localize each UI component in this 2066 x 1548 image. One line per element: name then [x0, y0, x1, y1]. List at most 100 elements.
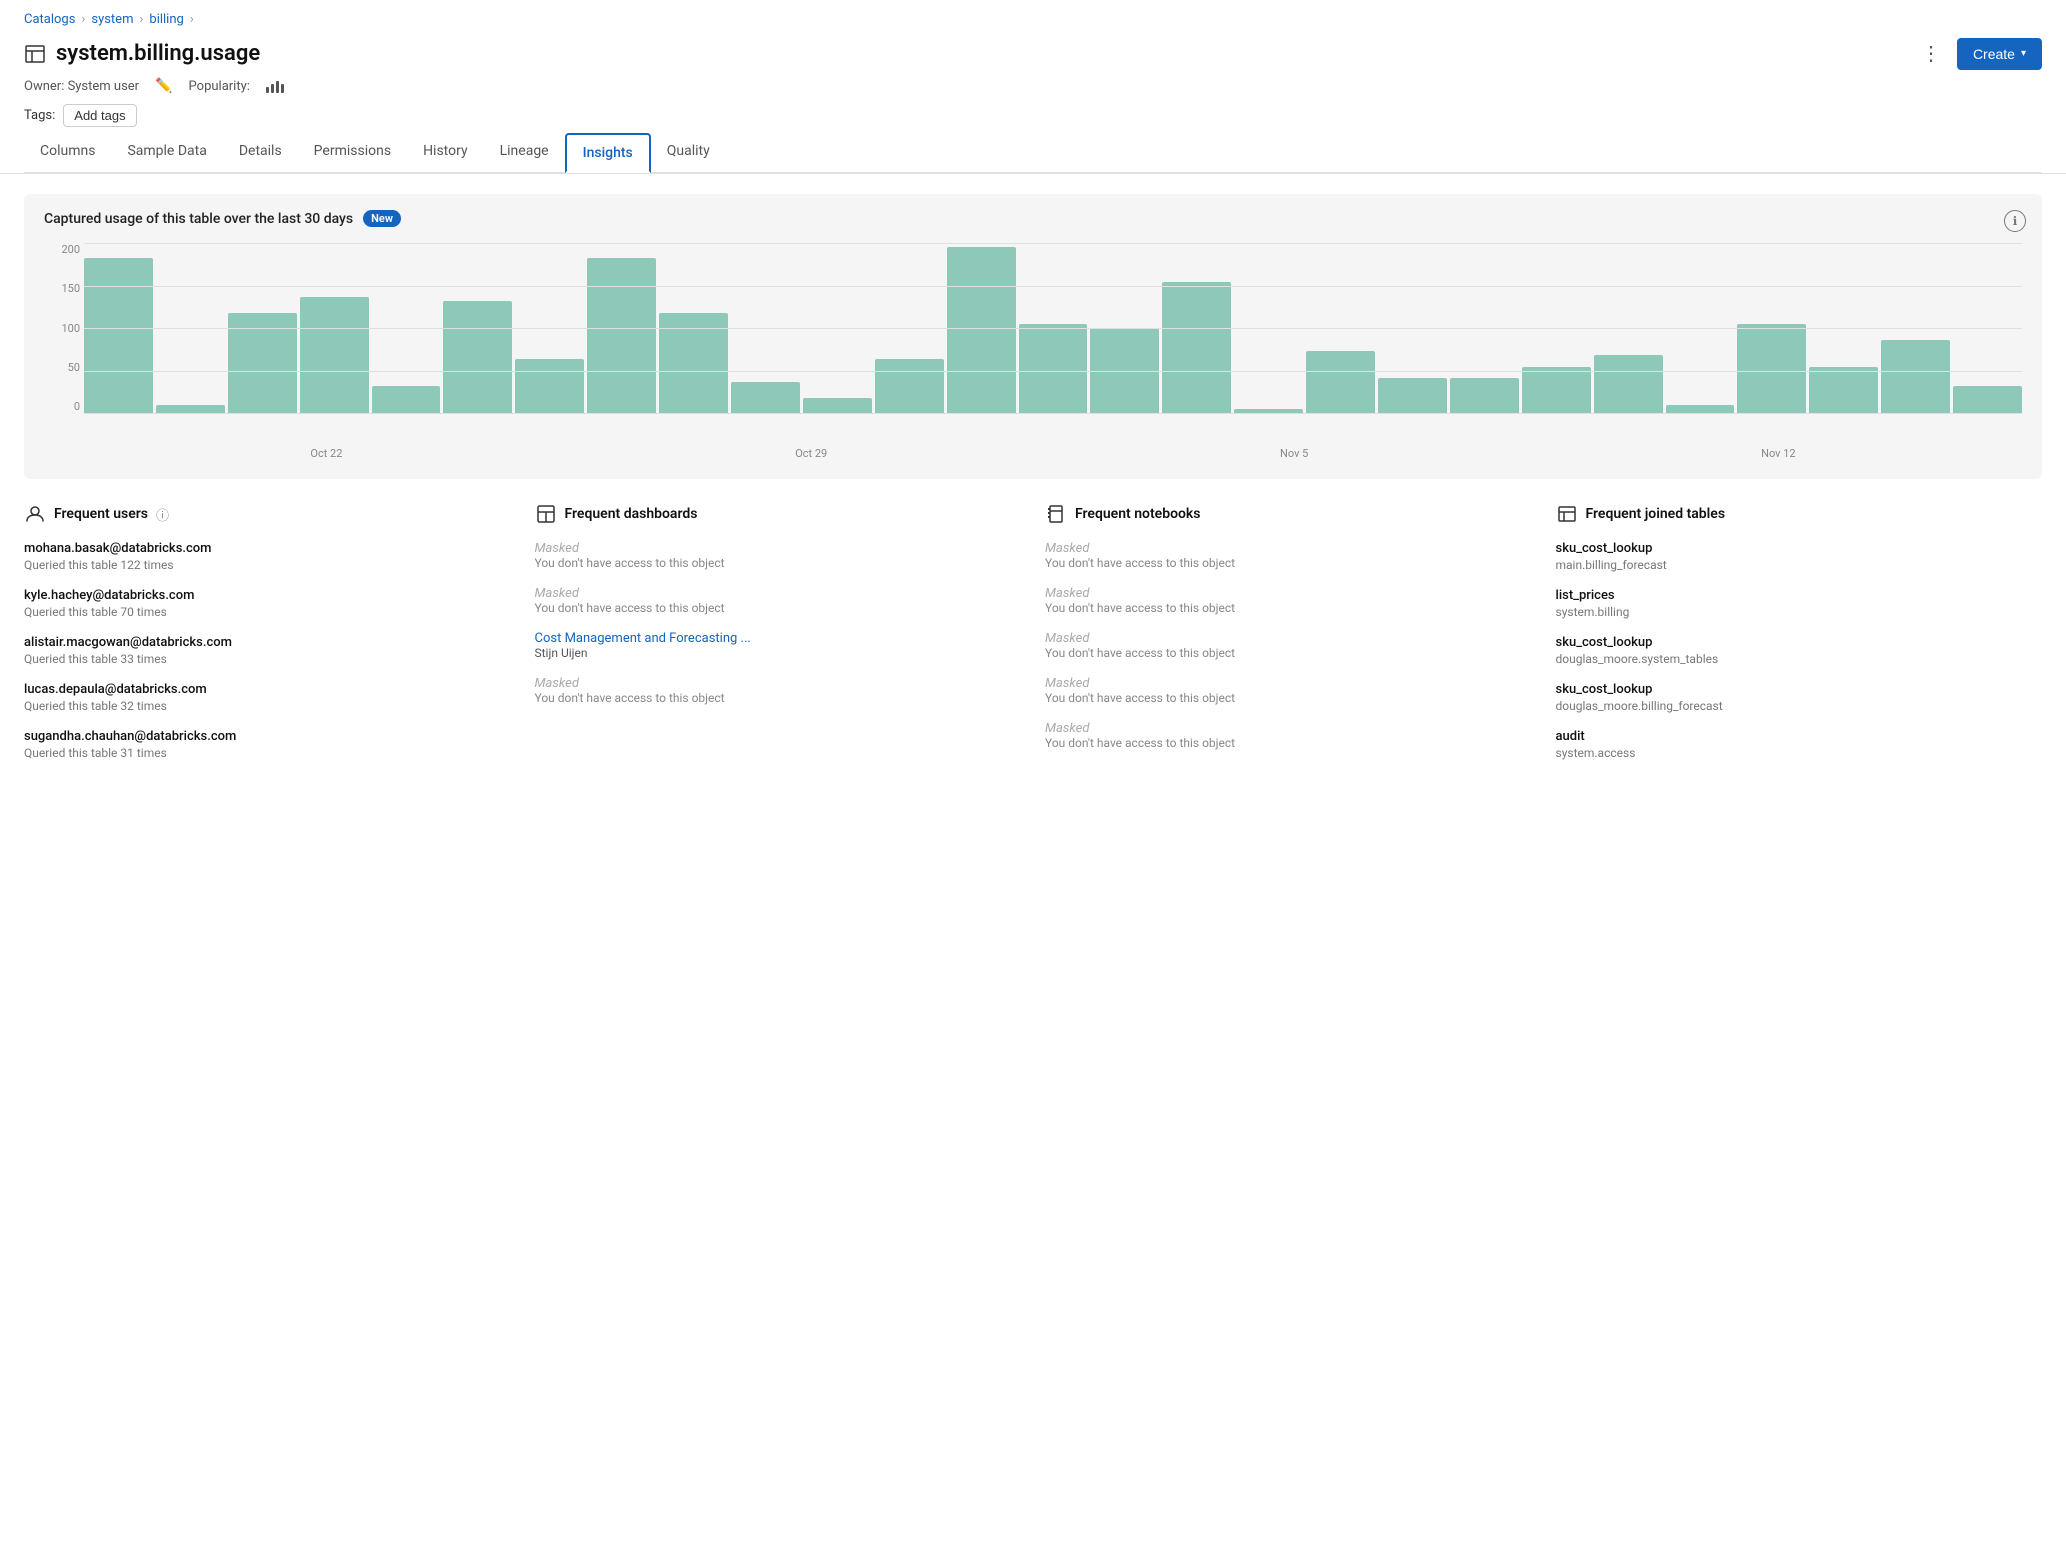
grid-line-100	[84, 328, 2022, 329]
breadcrumb-system[interactable]: system	[91, 12, 133, 27]
user-1-name: mohana.basak@databricks.com	[24, 541, 511, 556]
dashboard-item-2: Masked You don't have access to this obj…	[535, 586, 1022, 615]
notebook-2-masked: Masked	[1045, 586, 1532, 601]
user-item-5: sugandha.chauhan@databricks.com Queried …	[24, 729, 511, 760]
user-2-sub: Queried this table 70 times	[24, 605, 511, 619]
notebook-4-no-access: You don't have access to this object	[1045, 691, 1532, 705]
frequent-notebooks-header: Frequent notebooks	[1045, 503, 1532, 525]
y-label-150: 150	[44, 282, 80, 295]
breadcrumb-sep-2: ›	[139, 12, 143, 27]
more-button[interactable]: ⋮	[1913, 37, 1949, 70]
joined-3-sub: douglas_moore.system_tables	[1556, 652, 2043, 666]
sections-row: Frequent users ⓘ mohana.basak@databricks…	[24, 503, 2042, 776]
bar-4	[281, 84, 284, 93]
joined-table-item-4: sku_cost_lookup douglas_moore.billing_fo…	[1556, 682, 2043, 713]
tab-sample-data[interactable]: Sample Data	[111, 133, 222, 172]
notebook-3-no-access: You don't have access to this object	[1045, 646, 1532, 660]
grid-line-0	[84, 413, 2022, 414]
notebook-1-no-access: You don't have access to this object	[1045, 556, 1532, 570]
dashboard-item-4: Masked You don't have access to this obj…	[535, 676, 1022, 705]
dashboard-3-name[interactable]: Cost Management and Forecasting ...	[535, 631, 1022, 646]
y-label-0: 0	[44, 400, 80, 413]
create-btn-label: Create	[1973, 46, 2015, 62]
grid-lines	[84, 243, 2022, 413]
joined-2-name: list_prices	[1556, 588, 2043, 603]
user-item-4: lucas.depaula@databricks.com Queried thi…	[24, 682, 511, 713]
x-label-nov12: Nov 12	[1761, 447, 1795, 460]
breadcrumb-catalogs[interactable]: Catalogs	[24, 12, 75, 27]
breadcrumb-billing[interactable]: billing	[149, 12, 183, 27]
add-tags-button[interactable]: Add tags	[63, 104, 136, 127]
dashboard-2-no-access: You don't have access to this object	[535, 601, 1022, 615]
tab-permissions[interactable]: Permissions	[298, 133, 407, 172]
grid-line-50	[84, 371, 2022, 372]
user-item-2: kyle.hachey@databricks.com Queried this …	[24, 588, 511, 619]
notebook-5-no-access: You don't have access to this object	[1045, 736, 1532, 750]
frequent-users-info[interactable]: ⓘ	[156, 505, 169, 524]
notebook-item-4: Masked You don't have access to this obj…	[1045, 676, 1532, 705]
title-row: system.billing.usage ⋮ Create ▾	[24, 37, 2042, 70]
frequent-joined-tables-section: Frequent joined tables sku_cost_lookup m…	[1556, 503, 2043, 776]
frequent-dashboards-section: Frequent dashboards Masked You don't hav…	[535, 503, 1022, 776]
tab-insights[interactable]: Insights	[565, 133, 651, 173]
tabs-row: Columns Sample Data Details Permissions …	[24, 133, 2042, 173]
frequent-notebooks-title: Frequent notebooks	[1075, 506, 1201, 522]
tags-row: Tags: Add tags	[24, 104, 2042, 127]
create-chevron-icon: ▾	[2021, 48, 2026, 59]
x-label-oct29: Oct 29	[795, 447, 827, 460]
frequent-users-header: Frequent users ⓘ	[24, 503, 511, 525]
user-icon	[24, 503, 46, 525]
chart-container: 200 150 100 50 0	[44, 243, 2022, 463]
user-item-3: alistair.macgowan@databricks.com Queried…	[24, 635, 511, 666]
notebook-item-3: Masked You don't have access to this obj…	[1045, 631, 1532, 660]
notebook-1-masked: Masked	[1045, 541, 1532, 556]
meta-row: Owner: System user ✏️ Popularity:	[24, 78, 2042, 94]
user-3-name: alistair.macgowan@databricks.com	[24, 635, 511, 650]
dashboard-3-sub: Stijn Uijen	[535, 646, 1022, 660]
user-1-sub: Queried this table 122 times	[24, 558, 511, 572]
joined-1-name: sku_cost_lookup	[1556, 541, 2043, 556]
joined-3-name: sku_cost_lookup	[1556, 635, 2043, 650]
tab-details[interactable]: Details	[223, 133, 298, 172]
joined-table-item-1: sku_cost_lookup main.billing_forecast	[1556, 541, 2043, 572]
breadcrumb-sep-3: ›	[190, 12, 194, 27]
frequent-notebooks-section: Frequent notebooks Masked You don't have…	[1045, 503, 1532, 776]
title-actions: ⋮ Create ▾	[1913, 37, 2042, 70]
user-2-name: kyle.hachey@databricks.com	[24, 588, 511, 603]
info-button[interactable]: ℹ	[2004, 210, 2026, 232]
joined-4-sub: douglas_moore.billing_forecast	[1556, 699, 2043, 713]
create-button[interactable]: Create ▾	[1957, 38, 2042, 70]
breadcrumb-sep-1: ›	[81, 12, 85, 27]
frequent-users-title: Frequent users	[54, 506, 148, 522]
dashboard-1-masked: Masked	[535, 541, 1022, 556]
banner-title: Captured usage of this table over the la…	[44, 211, 353, 227]
dashboard-2-masked: Masked	[535, 586, 1022, 601]
grid-line-150	[84, 286, 2022, 287]
edit-icon[interactable]: ✏️	[155, 78, 172, 94]
page-title: system.billing.usage	[56, 41, 260, 66]
user-item-1: mohana.basak@databricks.com Queried this…	[24, 541, 511, 572]
notebook-item-5: Masked You don't have access to this obj…	[1045, 721, 1532, 750]
breadcrumb: Catalogs › system › billing ›	[24, 12, 2042, 27]
y-axis: 200 150 100 50 0	[44, 243, 80, 413]
tab-lineage[interactable]: Lineage	[484, 133, 565, 172]
popularity-bars	[266, 79, 284, 93]
tab-columns[interactable]: Columns	[24, 133, 111, 172]
tab-quality[interactable]: Quality	[651, 133, 726, 172]
joined-table-item-2: list_prices system.billing	[1556, 588, 2043, 619]
y-label-50: 50	[44, 361, 80, 374]
user-4-sub: Queried this table 32 times	[24, 699, 511, 713]
joined-2-sub: system.billing	[1556, 605, 2043, 619]
notebook-item-1: Masked You don't have access to this obj…	[1045, 541, 1532, 570]
user-3-sub: Queried this table 33 times	[24, 652, 511, 666]
dashboard-item-3: Cost Management and Forecasting ... Stij…	[535, 631, 1022, 660]
tags-label: Tags:	[24, 108, 55, 123]
dashboard-1-no-access: You don't have access to this object	[535, 556, 1022, 570]
user-5-name: sugandha.chauhan@databricks.com	[24, 729, 511, 744]
grid-line-200	[84, 243, 2022, 244]
bar-3	[276, 81, 279, 93]
tab-history[interactable]: History	[407, 133, 484, 172]
x-label-oct22: Oct 22	[310, 447, 342, 460]
table-icon	[24, 43, 46, 65]
joined-5-sub: system.access	[1556, 746, 2043, 760]
